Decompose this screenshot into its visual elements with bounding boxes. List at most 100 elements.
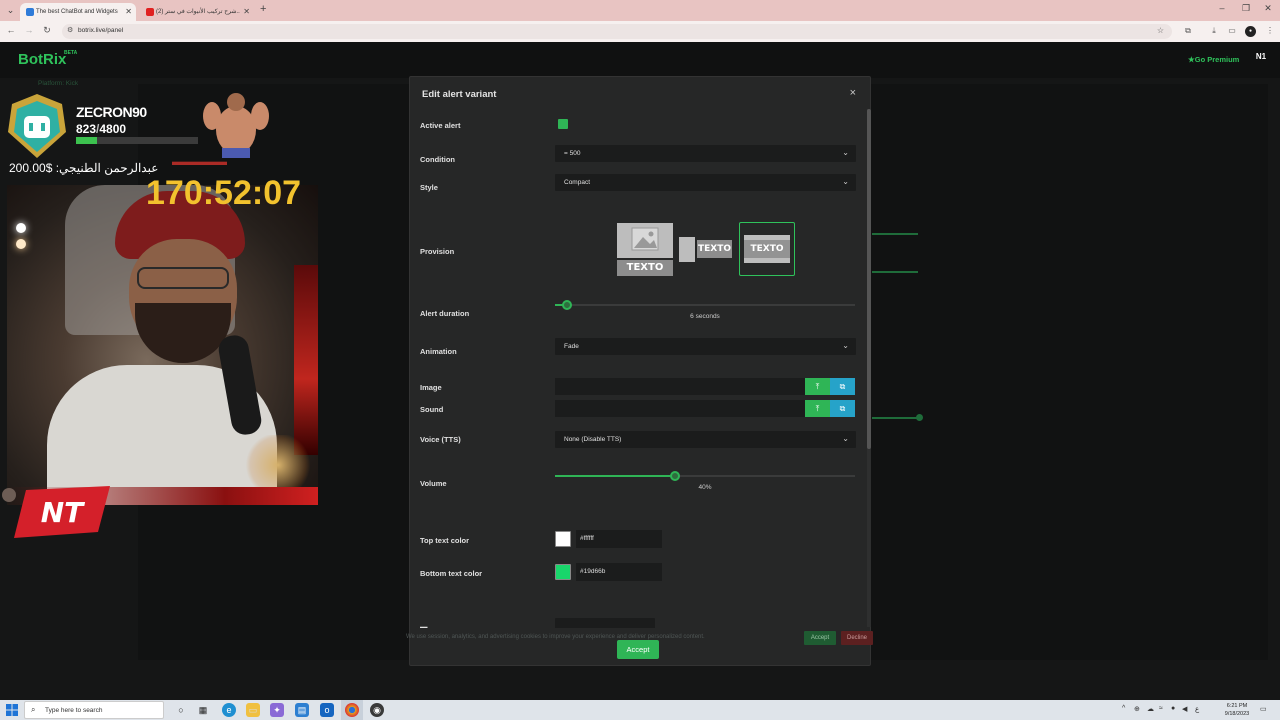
upload-icon[interactable]: ⤒ bbox=[805, 400, 830, 417]
top-text-color-swatch[interactable] bbox=[555, 531, 571, 547]
chrome-icon[interactable] bbox=[345, 703, 359, 717]
slider-handle[interactable] bbox=[670, 471, 680, 481]
webcam-feed bbox=[7, 185, 318, 505]
condition-select[interactable]: = 500 ⌄ bbox=[555, 145, 856, 162]
volume-slider[interactable] bbox=[555, 471, 855, 481]
gallery-icon[interactable]: ⧉ bbox=[830, 378, 855, 395]
go-premium-label: Go Premium bbox=[1194, 55, 1240, 64]
provision-option-image-left[interactable]: TEXTO bbox=[678, 223, 734, 277]
chevron-down-icon: ⌄ bbox=[842, 148, 849, 157]
modal-scrollbar-thumb[interactable] bbox=[867, 109, 871, 449]
provision-label: Provision bbox=[420, 247, 455, 256]
gallery-icon[interactable]: ⧉ bbox=[830, 400, 855, 417]
cookie-accept-button[interactable]: Accept bbox=[804, 631, 836, 645]
bottom-text-color-label: Bottom text color bbox=[420, 569, 483, 578]
youtube-favicon-icon bbox=[146, 8, 154, 16]
cloud-icon[interactable]: ☁ bbox=[1147, 705, 1154, 713]
studio-light bbox=[16, 223, 26, 233]
sound-file-input[interactable] bbox=[555, 400, 805, 417]
tab-youtube[interactable]: (2) شرح تركيب الأنيوات في ستر... ✕ bbox=[140, 3, 254, 21]
store-icon[interactable]: ▤ bbox=[295, 703, 309, 717]
tab-close-icon[interactable]: ✕ bbox=[125, 3, 132, 21]
obs-icon[interactable]: ◉ bbox=[370, 703, 384, 717]
site-info-icon[interactable]: ⚙ bbox=[67, 26, 73, 34]
xp-total: 4800 bbox=[99, 122, 127, 136]
mic-icon[interactable]: ● bbox=[1171, 705, 1175, 712]
beta-badge: BETA bbox=[64, 50, 78, 56]
top-text-color-label: Top text color bbox=[420, 536, 470, 545]
provision-option-overlay[interactable]: TEXTO bbox=[739, 222, 795, 276]
active-alert-checkbox[interactable] bbox=[558, 119, 568, 129]
tray-chevron-icon[interactable]: ^ bbox=[1122, 705, 1125, 712]
condition-value: = 500 bbox=[564, 150, 581, 157]
tab-botrix[interactable]: The best ChatBot and Widgets ✕ bbox=[20, 3, 136, 21]
cookie-notice: We use session, analytics, and advertisi… bbox=[406, 634, 705, 640]
botrix-logo[interactable]: BotRix bbox=[18, 51, 66, 68]
condition-label: Condition bbox=[420, 155, 455, 164]
upload-icon[interactable]: ⤒ bbox=[805, 378, 830, 395]
reload-icon[interactable]: ↻ bbox=[40, 25, 54, 36]
voice-tts-select[interactable]: None (Disable TTS) ⌄ bbox=[555, 431, 856, 448]
teams-icon[interactable]: ✦ bbox=[270, 703, 284, 717]
stream-overlay: ZECRON90 823/4800 ▬▬▬▬▬ عبدالرحمن الطنيج… bbox=[0, 90, 320, 550]
background-slider bbox=[872, 271, 918, 273]
forward-icon[interactable]: → bbox=[22, 25, 36, 35]
bookmark-star-icon[interactable]: ☆ bbox=[1157, 26, 1164, 35]
notifications-icon[interactable]: ▭ bbox=[1260, 705, 1267, 713]
rank-shield-icon bbox=[8, 94, 66, 158]
background-slider bbox=[872, 233, 918, 235]
cookie-decline-button[interactable]: Decline bbox=[841, 631, 873, 645]
network-icon[interactable]: ⊕ bbox=[1134, 705, 1140, 713]
profile-avatar[interactable]: ● bbox=[1245, 26, 1256, 37]
menu-kebab-icon[interactable]: ⋮ bbox=[1264, 26, 1276, 35]
back-icon[interactable]: ← bbox=[4, 25, 18, 35]
close-icon[interactable]: × bbox=[850, 87, 856, 99]
wifi-icon[interactable]: ≈ bbox=[1159, 705, 1163, 712]
alert-duration-slider[interactable] bbox=[555, 300, 855, 310]
provision-text: TEXTO bbox=[697, 240, 732, 258]
download-icon[interactable]: ⤓ bbox=[1208, 26, 1220, 36]
taskbar-search[interactable]: ⌕ Type here to search bbox=[24, 701, 164, 719]
style-select[interactable]: Compact ⌄ bbox=[555, 174, 856, 191]
file-explorer-icon[interactable]: ▭ bbox=[246, 703, 260, 717]
address-bar[interactable]: ⚙ botrix.live/panel ☆ bbox=[62, 24, 1172, 39]
viewer-username: ZECRON90 bbox=[76, 104, 147, 120]
bottom-text-color-input[interactable]: #19d66b bbox=[576, 563, 662, 581]
overlay-red-text: ▬▬▬▬▬ bbox=[172, 156, 227, 168]
cutoff-row-select[interactable] bbox=[555, 618, 655, 628]
outlook-icon[interactable]: o bbox=[320, 703, 334, 717]
user-avatar[interactable]: N1 bbox=[1254, 52, 1268, 66]
slider-handle[interactable] bbox=[562, 300, 572, 310]
tab-title: (2) شرح تركيب الأنيوات في ستر... bbox=[156, 9, 240, 15]
donation-alert: عبدالرحمن الطنيجي: $200.00 bbox=[9, 161, 159, 175]
new-tab-button[interactable]: + bbox=[260, 3, 266, 15]
edge-icon[interactable]: e bbox=[222, 703, 236, 717]
accept-button[interactable]: Accept bbox=[617, 640, 659, 659]
animation-value: Fade bbox=[564, 343, 579, 350]
clock-time: 6:21 PM bbox=[1226, 703, 1248, 709]
alert-duration-label: Alert duration bbox=[420, 309, 470, 318]
close-window-icon[interactable]: ✕ bbox=[1258, 3, 1278, 14]
task-view-icon[interactable]: ▦ bbox=[196, 703, 210, 717]
extensions-icon[interactable]: ⧉ bbox=[1182, 26, 1194, 36]
restore-icon[interactable]: ❐ bbox=[1236, 3, 1256, 14]
tab-close-icon[interactable]: ✕ bbox=[243, 3, 250, 21]
bottom-text-color-swatch[interactable] bbox=[555, 564, 571, 580]
windows-start-icon[interactable] bbox=[6, 704, 18, 716]
top-text-color-input[interactable]: #ffffff bbox=[576, 530, 662, 548]
tab-search-button[interactable]: ⌄ bbox=[4, 4, 17, 17]
provision-text: TEXTO bbox=[617, 260, 673, 276]
go-premium-link[interactable]: ★Go Premium bbox=[1188, 55, 1239, 64]
animation-select[interactable]: Fade ⌄ bbox=[555, 338, 856, 355]
cortana-icon[interactable]: ○ bbox=[174, 703, 188, 717]
provision-option-image-top[interactable]: TEXTO bbox=[617, 223, 673, 277]
top-text-color-value: #ffffff bbox=[580, 535, 594, 542]
nt-logo: NT bbox=[14, 486, 110, 538]
minimize-icon[interactable]: – bbox=[1212, 3, 1232, 13]
sidepanel-icon[interactable]: ▭ bbox=[1226, 26, 1238, 35]
slider-fill bbox=[555, 475, 675, 477]
language-icon[interactable]: ع bbox=[1195, 705, 1199, 713]
system-clock[interactable]: 6:21 PM 9/18/2023 bbox=[1222, 702, 1252, 718]
image-file-input[interactable] bbox=[555, 378, 805, 395]
volume-icon[interactable]: ◀ bbox=[1182, 705, 1187, 713]
